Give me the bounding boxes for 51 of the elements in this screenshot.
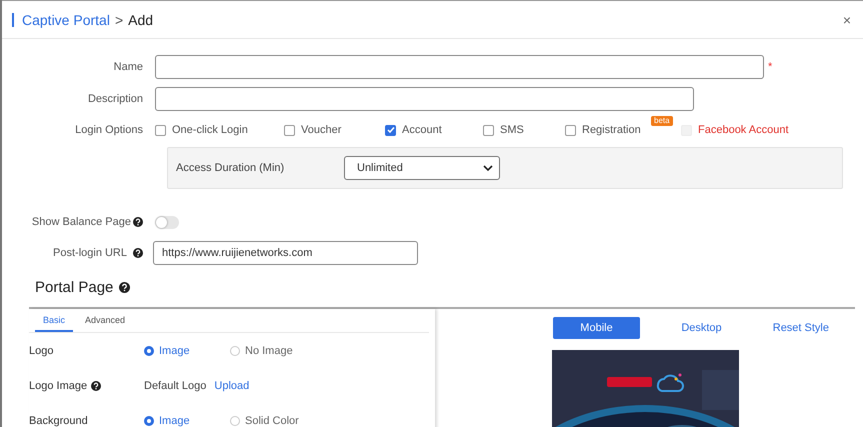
description-input[interactable] <box>155 87 694 111</box>
field-label: Login Options <box>74 124 144 136</box>
tab[interactable]: Advanced <box>77 309 134 332</box>
radio-button[interactable] <box>144 346 154 356</box>
checkbox[interactable] <box>483 124 494 136</box>
option-label: One-click Login <box>172 124 248 136</box>
checkbox[interactable] <box>155 124 166 136</box>
logo-value: Default Logo <box>144 380 206 392</box>
close-button[interactable]: × <box>840 12 853 28</box>
field-label: Description <box>86 93 144 105</box>
field-label: Post-login URL <box>53 247 127 259</box>
url-input[interactable]: https://www.ruijienetworks.com <box>153 241 418 265</box>
page-title: Add <box>128 12 154 28</box>
view-button[interactable]: Mobile <box>553 317 640 339</box>
checkbox[interactable] <box>385 124 396 136</box>
breadcrumb-separator: > <box>114 12 124 28</box>
radio-button[interactable] <box>144 416 154 426</box>
field-label: Background <box>29 414 88 426</box>
required-mark: * <box>768 61 772 73</box>
option-label: Account <box>402 124 442 136</box>
view-button[interactable]: Desktop <box>658 317 745 339</box>
field-label: Access Duration (Min) <box>176 162 286 174</box>
section-title: Portal Page <box>35 278 114 296</box>
breadcrumb-link[interactable]: Captive Portal <box>22 12 110 28</box>
option-label: SMS <box>500 124 524 136</box>
tab[interactable]: Basic <box>35 309 74 332</box>
field-label: Show Balance Page <box>32 216 131 228</box>
option-label: Registration <box>582 124 641 136</box>
name-input[interactable] <box>155 55 764 79</box>
field-label: Name <box>112 61 144 73</box>
radio-button[interactable] <box>230 416 240 426</box>
field-label: Logo Image <box>29 380 88 392</box>
option-label: Solid Color <box>245 414 299 426</box>
option-label: Image <box>159 344 190 356</box>
checkbox[interactable] <box>284 124 295 136</box>
help-icon <box>133 248 143 258</box>
help-icon <box>133 217 143 227</box>
reset-style-button[interactable]: Reset Style <box>766 321 835 335</box>
chevron-down-icon <box>483 164 493 172</box>
option-label: Facebook Account <box>698 124 789 136</box>
radio-button[interactable] <box>230 346 240 356</box>
checkbox[interactable] <box>565 124 576 136</box>
option-label: Image <box>159 414 190 426</box>
upload-link[interactable]: Upload <box>214 380 250 392</box>
help-icon <box>119 282 130 292</box>
beta-badge: beta <box>651 116 673 126</box>
toggle-switch[interactable] <box>155 216 179 228</box>
option-label: Voucher <box>301 124 342 136</box>
option-label: No Image <box>245 344 293 356</box>
duration-select[interactable]: Unlimited <box>344 156 500 180</box>
field-label: Logo <box>29 344 54 356</box>
